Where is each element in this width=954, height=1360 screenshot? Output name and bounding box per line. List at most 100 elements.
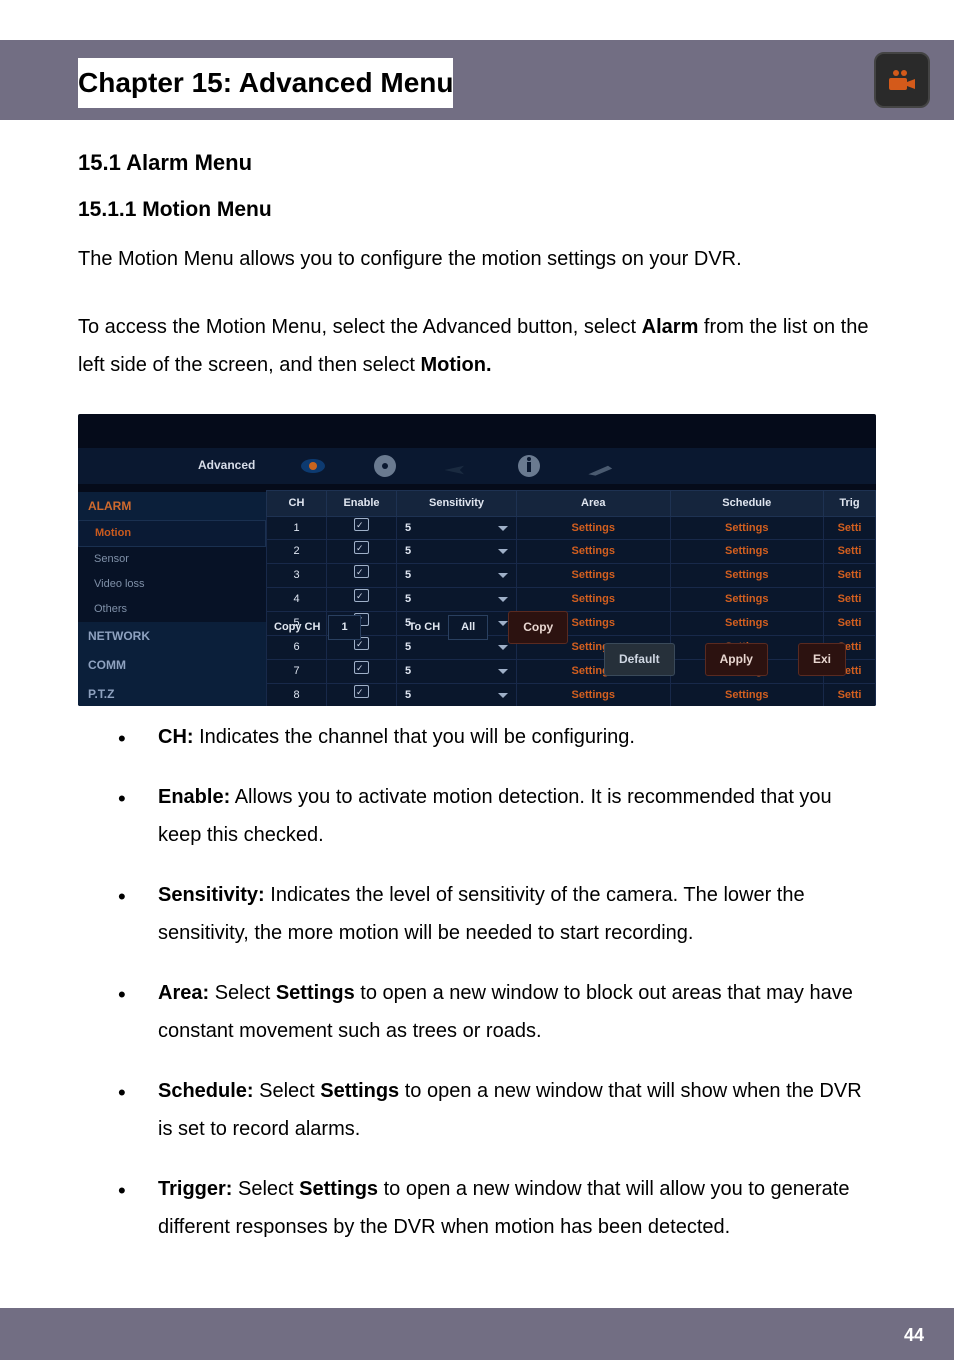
chevron-down-icon[interactable] [498, 573, 508, 578]
disc-icon[interactable] [371, 452, 399, 480]
sidebar-header-network[interactable]: NETWORK [78, 622, 266, 651]
cell-enable[interactable] [327, 683, 397, 705]
strip-label: Advanced [198, 454, 255, 477]
text: Select [254, 1080, 321, 1102]
cell-schedule[interactable]: Settings [670, 683, 824, 705]
cell-schedule[interactable]: Settings [670, 516, 824, 540]
table-row: 35SettingsSettingsSetti [267, 564, 876, 588]
text-bold: Settings [299, 1178, 378, 1200]
chevron-down-icon[interactable] [498, 597, 508, 602]
sidebar-item-video-loss[interactable]: Video loss [78, 572, 266, 597]
sidebar-item-motion[interactable]: Motion [78, 520, 266, 547]
col-ch: CH [267, 490, 327, 516]
text: To access the Motion Menu, select the Ad… [78, 316, 642, 338]
copy-row: Copy CH 1 To CH All Copy [274, 611, 876, 644]
col-trigger: Trig [824, 490, 876, 516]
cell-area[interactable]: Settings [517, 540, 671, 564]
exit-button[interactable]: Exi [798, 643, 846, 676]
bullet-term: Trigger: [158, 1178, 232, 1200]
bullet-term: Area: [158, 982, 209, 1004]
chapter-header: Chapter 15: Advanced Menu [0, 40, 954, 120]
cell-enable[interactable] [327, 564, 397, 588]
cell-ch: 4 [267, 588, 327, 612]
cell-area[interactable]: Settings [517, 683, 671, 705]
page-number: 44 [904, 1325, 924, 1346]
cell-sensitivity[interactable]: 5 [397, 564, 517, 588]
cell-schedule[interactable]: Settings [670, 564, 824, 588]
cell-sensitivity[interactable]: 5 [397, 659, 517, 683]
section-heading-15-1: 15.1 Alarm Menu [78, 142, 876, 184]
checkbox-icon[interactable] [354, 661, 369, 674]
chevron-down-icon[interactable] [498, 526, 508, 531]
text-bold: Settings [276, 982, 355, 1004]
cell-enable[interactable] [327, 516, 397, 540]
list-item: Trigger: Select Settings to open a new w… [78, 1170, 876, 1246]
cell-sensitivity[interactable]: 5 [397, 588, 517, 612]
arrow2-icon[interactable] [587, 452, 615, 480]
checkbox-icon[interactable] [354, 565, 369, 578]
cell-schedule[interactable]: Settings [670, 588, 824, 612]
info-icon[interactable] [515, 452, 543, 480]
sidebar-header-comm[interactable]: COMM [78, 651, 266, 680]
sidebar-item-others[interactable]: Others [78, 597, 266, 622]
text: Indicates the channel that you will be c… [194, 726, 635, 748]
table-row: 25SettingsSettingsSetti [267, 540, 876, 564]
cell-trigger[interactable]: Setti [824, 588, 876, 612]
cell-ch: 2 [267, 540, 327, 564]
cell-trigger[interactable]: Setti [824, 516, 876, 540]
cell-sensitivity[interactable]: 5 [397, 516, 517, 540]
cell-area[interactable]: Settings [517, 588, 671, 612]
sidebar: ALARM Motion Sensor Video loss Others NE… [78, 492, 266, 706]
top-strip: Advanced [78, 448, 876, 484]
cell-trigger[interactable]: Setti [824, 683, 876, 705]
arrow-icon[interactable] [443, 452, 471, 480]
chapter-title: Chapter 15: Advanced Menu [78, 58, 453, 108]
bullet-term: Enable: [158, 786, 230, 808]
cell-ch: 7 [267, 659, 327, 683]
table-row: 45SettingsSettingsSetti [267, 588, 876, 612]
cell-area[interactable]: Settings [517, 564, 671, 588]
copy-to-select[interactable]: All [448, 615, 488, 640]
cell-sensitivity[interactable]: 5 [397, 540, 517, 564]
eye-icon[interactable] [299, 452, 327, 480]
sidebar-header-ptz[interactable]: P.T.Z [78, 680, 266, 706]
section-heading-15-1-1: 15.1.1 Motion Menu [78, 190, 876, 230]
text-bold: Motion. [420, 354, 491, 376]
col-sensitivity: Sensitivity [397, 490, 517, 516]
cell-area[interactable]: Settings [517, 516, 671, 540]
default-button[interactable]: Default [604, 643, 675, 676]
bullet-term: CH: [158, 726, 194, 748]
sidebar-header-alarm[interactable]: ALARM [78, 492, 266, 521]
text-bold: Alarm [642, 316, 699, 338]
cell-trigger[interactable]: Setti [824, 540, 876, 564]
cell-trigger[interactable]: Setti [824, 564, 876, 588]
col-area: Area [517, 490, 671, 516]
chevron-down-icon[interactable] [498, 669, 508, 674]
cell-enable[interactable] [327, 588, 397, 612]
list-item: CH: Indicates the channel that you will … [78, 718, 876, 756]
cell-enable[interactable] [327, 659, 397, 683]
sidebar-item-sensor[interactable]: Sensor [78, 547, 266, 572]
checkbox-icon[interactable] [354, 518, 369, 531]
intro-paragraph-1: The Motion Menu allows you to configure … [78, 240, 876, 278]
checkbox-icon[interactable] [354, 685, 369, 698]
camera-icon [874, 52, 930, 108]
cell-ch: 8 [267, 683, 327, 705]
list-item: Sensitivity: Indicates the level of sens… [78, 876, 876, 952]
cell-enable[interactable] [327, 540, 397, 564]
copy-from-select[interactable]: 1 [328, 615, 360, 640]
chevron-down-icon[interactable] [498, 549, 508, 554]
col-schedule: Schedule [670, 490, 824, 516]
cell-sensitivity[interactable]: 5 [397, 683, 517, 705]
checkbox-icon[interactable] [354, 541, 369, 554]
copy-button[interactable]: Copy [508, 611, 568, 644]
bullet-list: CH: Indicates the channel that you will … [78, 718, 876, 1246]
copy-to-label: To CH [409, 617, 441, 638]
cell-schedule[interactable]: Settings [670, 540, 824, 564]
table-row: 85SettingsSettingsSetti [267, 683, 876, 705]
chevron-down-icon[interactable] [498, 645, 508, 650]
chevron-down-icon[interactable] [498, 693, 508, 698]
text: Allows you to activate motion detection.… [158, 786, 832, 846]
checkbox-icon[interactable] [354, 589, 369, 602]
apply-button[interactable]: Apply [705, 643, 768, 676]
